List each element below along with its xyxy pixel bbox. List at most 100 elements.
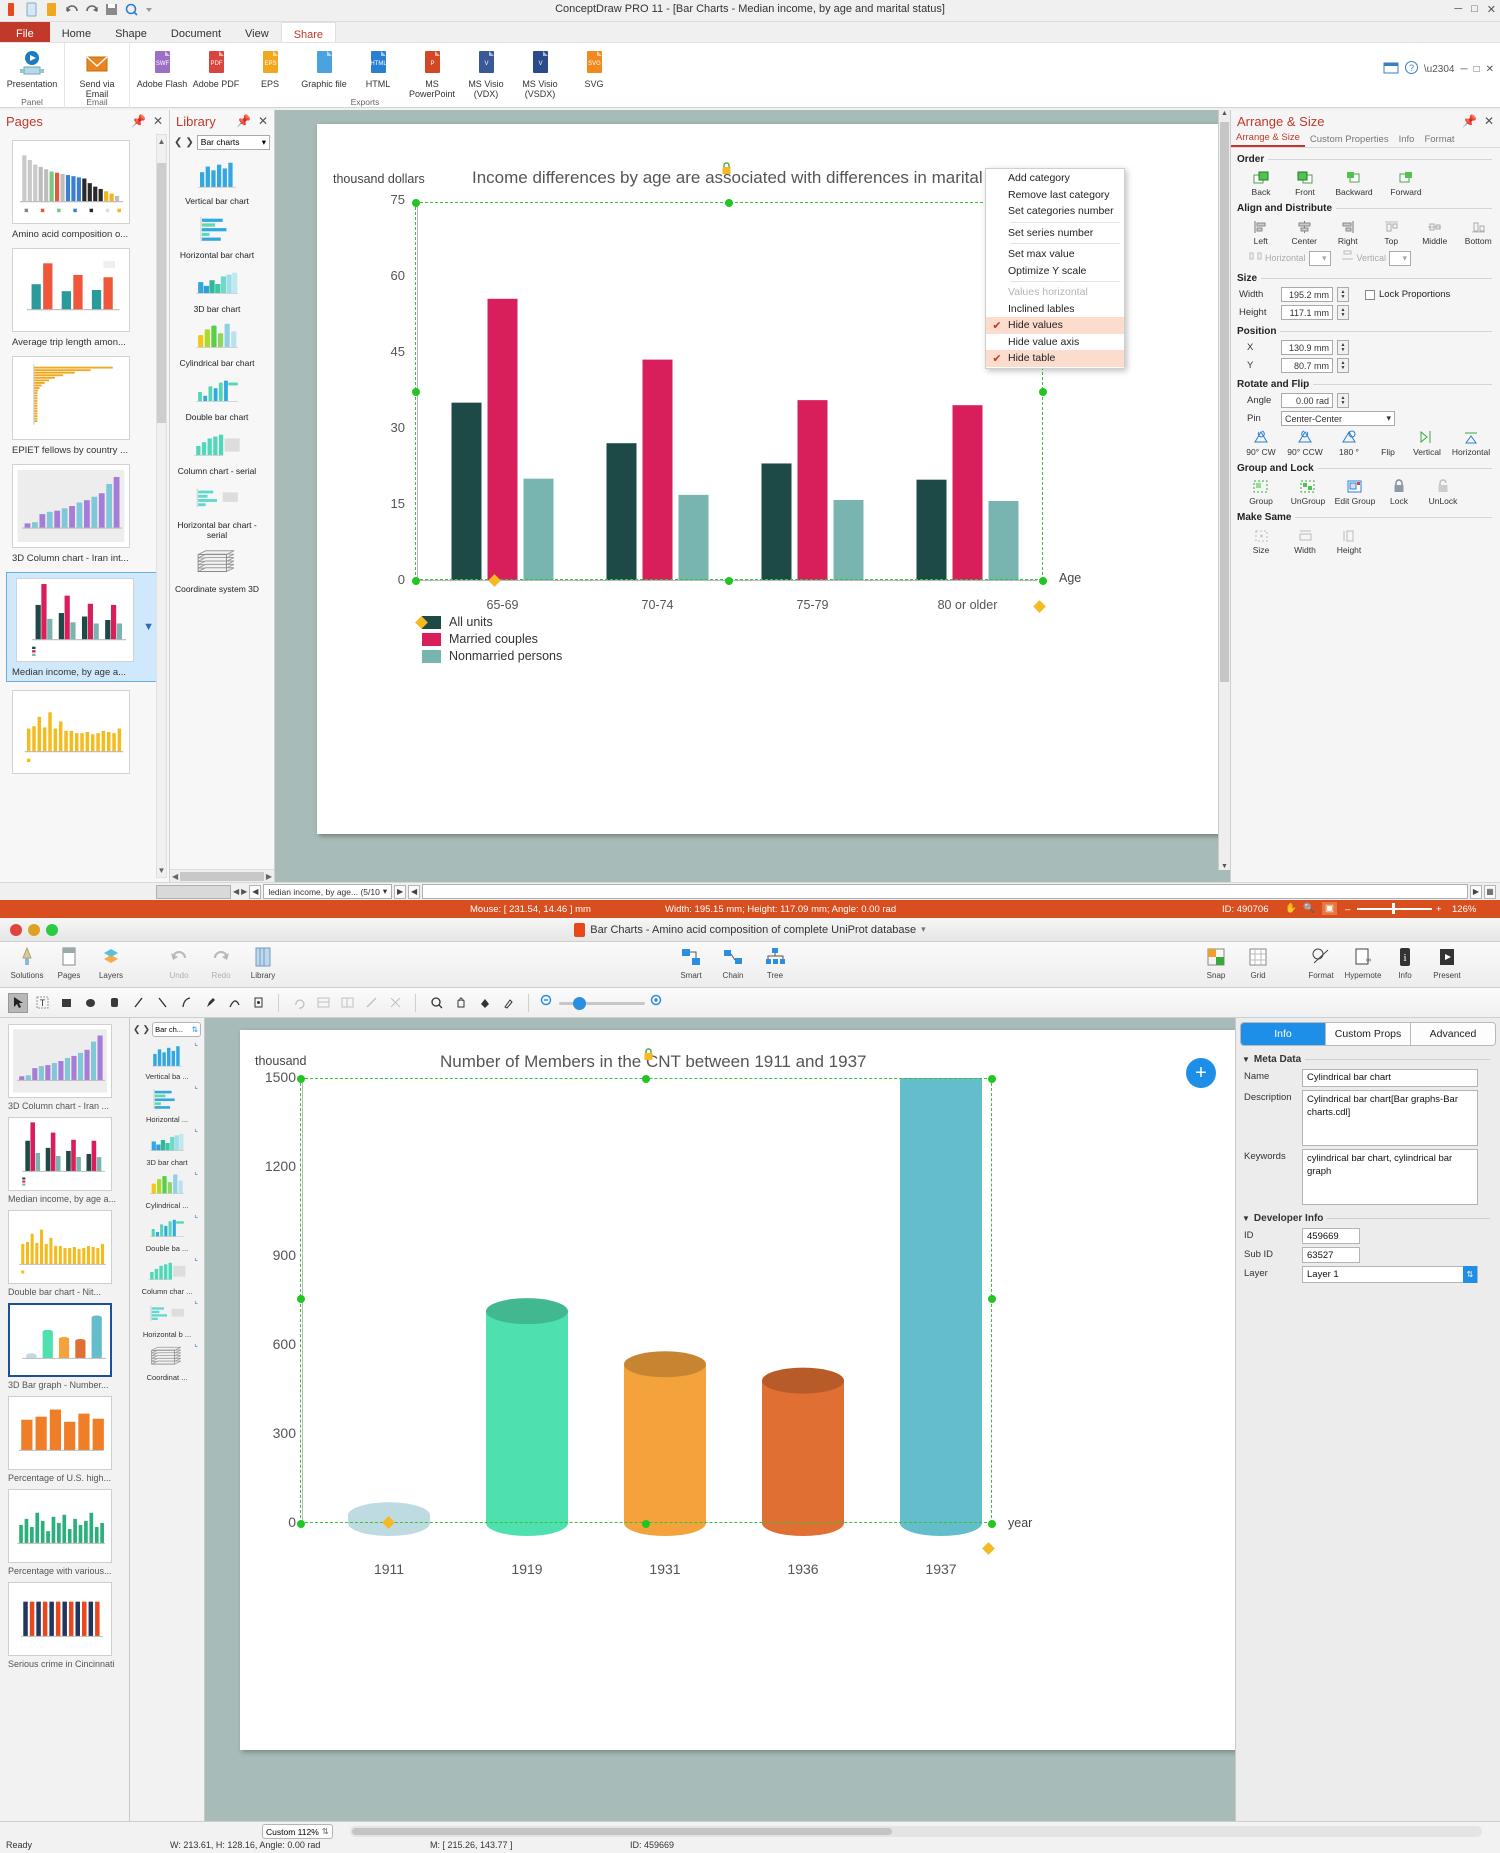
pages-list[interactable]: Amino acid composition o... Average trip … xyxy=(0,132,169,882)
hypernote-button[interactable]: ∞ Hypernote xyxy=(1342,945,1384,980)
align-bottom-button[interactable]: Bottom xyxy=(1457,218,1500,246)
page-thumbnail-item[interactable]: EPIET fellows by country ... xyxy=(12,356,149,456)
ribbon-tab-file[interactable]: File xyxy=(0,22,50,42)
zoom-in-icon[interactable] xyxy=(649,993,665,1013)
library-shape-item[interactable]: Double bar chart xyxy=(170,375,264,422)
edit-group-button[interactable]: Edit Group xyxy=(1333,478,1377,506)
ribbon-tab-view[interactable]: View xyxy=(233,22,281,42)
document-canvas[interactable]: thousand dollars Income differences by a… xyxy=(275,110,1230,882)
html-export-button[interactable]: HTML HTML xyxy=(352,46,404,89)
close-button[interactable]: ✕ xyxy=(1487,3,1496,16)
unlock-button[interactable]: UnLock xyxy=(1421,478,1465,506)
scroll-up-arrow-icon[interactable]: ▲ xyxy=(157,137,166,146)
tab-info[interactable]: Info xyxy=(1241,1023,1326,1045)
expand-corner-icon[interactable]: ⌞ xyxy=(194,1038,198,1047)
polyline-icon[interactable] xyxy=(248,993,268,1013)
zoom-in-button[interactable]: + xyxy=(1436,904,1442,915)
close-icon[interactable]: ✕ xyxy=(258,114,268,128)
ribbon-tab-share[interactable]: Share xyxy=(280,22,337,42)
context-menu-item[interactable]: Set categories number xyxy=(986,203,1124,220)
align-center-button[interactable]: Center xyxy=(1283,218,1327,246)
pdf-export-button[interactable]: PDF Adobe PDF xyxy=(190,46,242,89)
align-icon[interactable] xyxy=(313,993,333,1013)
tab-custom-props[interactable]: Custom Props xyxy=(1326,1023,1411,1045)
chevron-down-icon[interactable]: ▾ xyxy=(921,924,926,935)
pen-icon[interactable] xyxy=(200,993,220,1013)
doc-minimize-icon[interactable]: ─ xyxy=(1460,64,1467,75)
chevron-down-icon[interactable]: ▾ xyxy=(383,886,387,897)
chevron-left-icon[interactable]: ❮ xyxy=(174,137,182,148)
mac-page-item[interactable]: Percentage of U.S. high... xyxy=(8,1396,121,1483)
toolbar-group-view[interactable]: Snap Grid xyxy=(1195,945,1279,980)
mac-library-list[interactable]: ⌞ Vertical ba ... ⌞ Horizontal ... ⌞ 3D bar c… xyxy=(130,1038,204,1382)
angle-stepper[interactable]: ▲ ▼ xyxy=(1337,393,1349,408)
next-page-icon[interactable]: ▶ xyxy=(394,884,407,899)
selection-handle-bl[interactable] xyxy=(412,577,420,585)
tab-info[interactable]: Info xyxy=(1394,134,1420,147)
distribute-icon[interactable] xyxy=(337,993,357,1013)
height-input[interactable]: 117.1 mm xyxy=(1281,305,1333,320)
tab-arrange-and-size[interactable]: Arrange & Size xyxy=(1231,132,1305,147)
page-thumbnail-item[interactable]: Amino acid composition o... xyxy=(12,140,149,240)
rotate-90ccw-button[interactable]: 90° CCW xyxy=(1283,429,1327,457)
same-width-button[interactable]: Width xyxy=(1283,527,1327,555)
presentation-button[interactable]: Presentation xyxy=(6,46,58,89)
snap-button[interactable]: Snap xyxy=(1195,945,1237,980)
selection-handle-tr[interactable] xyxy=(988,1075,996,1083)
mac-zoom-selector[interactable]: Custom 112% ⇅ xyxy=(262,1824,333,1839)
library-shape-item[interactable]: Column chart - serial xyxy=(170,429,264,476)
tab-scroll-area[interactable] xyxy=(422,884,1468,899)
tab-advanced[interactable]: Advanced xyxy=(1411,1023,1495,1045)
mac-document-canvas[interactable]: thousand Number of Members in the CNT be… xyxy=(205,1018,1235,1821)
rectangle-icon[interactable] xyxy=(56,993,76,1013)
mac-library-selector[interactable]: Bar ch... ⇅ xyxy=(152,1021,201,1037)
toolbar-group-connectors[interactable]: Smart Chain Tree xyxy=(670,945,796,980)
align-middle-button[interactable]: Middle xyxy=(1413,218,1457,246)
make-same-buttons[interactable]: Size Width Height xyxy=(1231,524,1500,555)
pin-icon[interactable]: 📌 xyxy=(1462,114,1477,128)
name-input[interactable]: Cylindrical bar chart xyxy=(1302,1069,1478,1087)
zoom-slider-thumb[interactable] xyxy=(573,996,586,1010)
ribbon-right-controls[interactable]: ? \u2304 ─ □ ✕ xyxy=(1383,61,1494,77)
context-menu-item[interactable]: Inclined lables xyxy=(986,301,1124,318)
same-size-button[interactable]: Size xyxy=(1239,527,1283,555)
mac-library-nav[interactable]: ❮ ❯ Bar ch... ⇅ xyxy=(130,1018,204,1038)
selection-handle-mr[interactable] xyxy=(988,1295,996,1303)
align-left-button[interactable]: Left xyxy=(1239,218,1283,246)
library-shape-item[interactable]: 3D bar chart xyxy=(170,267,264,314)
page-thumbnail-item[interactable] xyxy=(12,690,149,779)
mac-page-item[interactable]: Serious crime in Cincinnati xyxy=(8,1582,121,1669)
expand-corner-icon[interactable]: ⌞ xyxy=(194,1081,198,1090)
pages-button[interactable]: Pages xyxy=(48,945,90,980)
mac-page-item[interactable]: Double bar chart - Nit... xyxy=(8,1210,121,1297)
line-icon[interactable] xyxy=(128,993,148,1013)
visio-vsdx-export-button[interactable]: V MS Visio (VSDX) xyxy=(514,46,566,99)
chart-context-menu[interactable]: Add category Remove last category Set cate… xyxy=(985,168,1125,369)
selection-handle-ml[interactable] xyxy=(297,1295,305,1303)
zoom-out-button[interactable]: – xyxy=(1345,904,1350,915)
toolbar-group-left[interactable]: Solutions Pages Layers xyxy=(6,945,132,980)
layer-dropdown[interactable]: Layer 1 ⇅ xyxy=(1302,1266,1478,1283)
ellipse-icon[interactable] xyxy=(80,993,100,1013)
page-dropdown-icon[interactable]: ▼ xyxy=(143,621,154,633)
page-thumbnail-item[interactable]: Average trip length amon... xyxy=(12,248,149,348)
chain-button[interactable]: Chain xyxy=(712,945,754,980)
info-button[interactable]: i Info xyxy=(1384,945,1426,980)
mac-page-sheet[interactable]: thousand Number of Members in the CNT be… xyxy=(240,1030,1235,1750)
context-menu-item[interactable]: ✔ Hide table xyxy=(986,350,1124,367)
ribbon-tab-strip[interactable]: File Home Shape Document View Share xyxy=(0,22,1500,43)
chevron-left-icon[interactable]: ❮ xyxy=(133,1024,141,1035)
same-height-button[interactable]: Height xyxy=(1327,527,1371,555)
expand-corner-icon[interactable]: ⌞ xyxy=(194,1296,198,1305)
context-menu-item[interactable]: Add category xyxy=(986,170,1124,187)
scroll-right-arrow-icon[interactable]: ▶ xyxy=(266,872,272,881)
page-thumbnail-item[interactable]: 3D Column chart - Iran int... xyxy=(12,464,149,564)
mac-page-item[interactable]: Percentage with various... xyxy=(8,1489,121,1576)
pin-icon[interactable]: 📌 xyxy=(131,114,146,128)
first-page-icon[interactable]: ◀ xyxy=(249,884,262,899)
library-shape-item[interactable]: Coordinate system 3D xyxy=(170,547,264,594)
selection-handle-tl[interactable] xyxy=(412,199,420,207)
scroll-down-arrow-icon[interactable]: ▼ xyxy=(157,866,166,875)
send-to-back-button[interactable]: Back xyxy=(1239,169,1283,197)
eyedropper-icon[interactable] xyxy=(498,993,518,1013)
